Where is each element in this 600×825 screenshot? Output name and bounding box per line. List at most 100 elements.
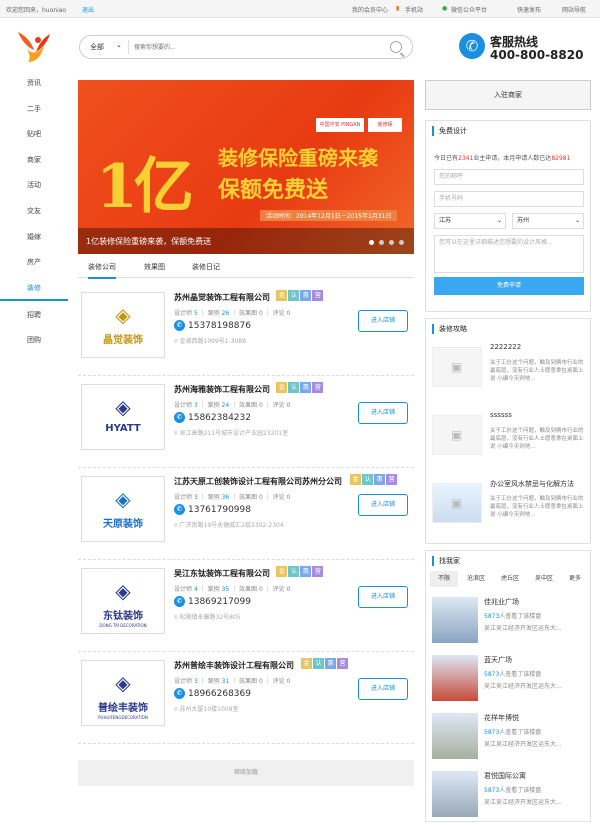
company-name[interactable]: 吴江东钛装饰工程有限公司 <box>174 568 270 579</box>
tab-diaries[interactable]: 装修日记 <box>192 262 220 272</box>
image-placeholder-icon: ▣ <box>432 347 482 387</box>
building-item[interactable]: 花样年博悦 5873人查看了该楼盘 吴江吴江经济开发区运东大... <box>432 709 586 767</box>
company-card: ◈ 东钛装饰 DONG TAI DECORATION 吴江东钛装饰工程有限公司 … <box>78 560 414 652</box>
company-logo[interactable]: ◈ 普绘丰装饰 PUHUIFENGDECORATION <box>81 660 165 726</box>
company-stats: 设计师 3 ｜ 案例 36 ｜ 效果图 0 ｜ 评论 0 <box>174 494 291 501</box>
tab-renderings[interactable]: 效果图 <box>144 262 165 272</box>
enter-store-button[interactable]: 进入店铺 <box>358 402 408 424</box>
nav-item-events[interactable]: 活动 <box>0 172 68 198</box>
building-item[interactable]: 佳兆业广场 5873人查看了该楼盘 吴江吴江经济开发区运东大... <box>432 593 586 651</box>
image-placeholder-icon: ▣ <box>432 415 482 455</box>
free-design-panel: 免费设计 今日已有2341业主申请，本月申请人数已达82981 您的称呼 手机号… <box>425 120 591 312</box>
search-icon[interactable] <box>390 41 402 53</box>
nav-item-news[interactable]: 资讯 <box>0 70 68 96</box>
company-name[interactable]: 苏州晶觉装饰工程有限公司 <box>174 292 270 303</box>
badge-group: 金认惠营 <box>276 566 324 577</box>
tab-companies[interactable]: 装修公司 <box>88 262 116 279</box>
building-photo[interactable] <box>432 655 478 701</box>
badge: 营 <box>312 566 324 577</box>
logout-link[interactable]: 退出 <box>82 5 94 14</box>
company-logo[interactable]: ◈ 东钛装饰 DONG TAI DECORATION <box>81 568 165 634</box>
company-address: ⌾ 苏州大厦10楼1008室 <box>174 706 239 713</box>
tip-item[interactable]: ▣ 办公室风水禁忌与化解方法 关于工价这个问题，触及到俩市行业的最底层，没有行业… <box>432 475 586 545</box>
carousel-dot[interactable] <box>369 240 374 245</box>
enter-store-button[interactable]: 进入店铺 <box>358 678 408 700</box>
location-icon: ⌾ <box>174 338 178 345</box>
nav-item-realestate[interactable]: 房产 <box>0 249 68 275</box>
nav-item-secondhand[interactable]: 二手 <box>0 96 68 122</box>
company-logo[interactable]: ◈ HYATT <box>81 384 165 450</box>
province-select[interactable]: 江苏 ⌄ <box>434 213 506 229</box>
logo-text: HYATT <box>105 423 141 434</box>
company-stats: 设计师 5 ｜ 案例 26 ｜ 效果图 0 ｜ 评论 0 <box>174 310 291 317</box>
wechat-link[interactable]: 微信公众平台 <box>451 5 487 14</box>
enter-store-button[interactable]: 进入店铺 <box>358 494 408 516</box>
promo-banner[interactable]: 中国平安 PINGAN 装修保 1亿 装修保险重磅来袭 保额免费送 活动时间：2… <box>78 80 414 254</box>
building-item[interactable]: 蓝天广场 5873人查看了该楼盘 吴江吴江经济开发区运东大... <box>432 651 586 709</box>
chevron-down-icon[interactable]: ⌄ <box>116 41 122 49</box>
area-tab-all[interactable]: 不限 <box>430 571 458 587</box>
badge: 认 <box>362 474 374 485</box>
company-name[interactable]: 苏州海雅装饰工程有限公司 <box>174 384 270 395</box>
tip-item[interactable]: ▣ ssssss 关于工价这个问题，触及到俩市行业的最底层，没有行业人士愿意拿在… <box>432 407 586 477</box>
area-tab-wuzhong[interactable]: 吴中区 <box>528 571 560 587</box>
building-photo[interactable] <box>432 713 478 759</box>
building-name[interactable]: 蓝天广场 <box>484 655 512 665</box>
nav-item-groupbuy[interactable]: 团购 <box>0 327 68 353</box>
company-name[interactable]: 江苏天原工创装饰设计工程有限公司苏州分公司 <box>174 476 342 487</box>
tip-title[interactable]: ssssss <box>490 411 512 419</box>
carousel-dot[interactable] <box>379 240 384 245</box>
building-item[interactable]: 君悦国际公寓 5873人查看了该楼盘 吴江吴江经济开发区运东大... <box>432 767 586 825</box>
search-category[interactable]: 全部 <box>90 42 104 52</box>
nav-item-forum[interactable]: 贴吧 <box>0 121 68 147</box>
free-apply-button[interactable]: 免费申请 <box>434 277 584 295</box>
nav-item-jobs[interactable]: 招聘 <box>0 302 68 328</box>
banner-headline: 装修保险重磅来袭 <box>218 146 378 170</box>
nav-item-wedding[interactable]: 婚嫁 <box>0 224 68 250</box>
nav-item-renovation[interactable]: 装修 <box>0 275 68 301</box>
find-home-panel: 找我家 不限 沧浪区 虎丘区 吴中区 更多 佳兆业广场 5873人查看了该楼盘 … <box>425 550 591 822</box>
nav-item-merchants[interactable]: 商家 <box>0 147 68 173</box>
logo-text: 普绘丰装饰 <box>98 703 148 714</box>
badge: 金 <box>276 290 288 301</box>
building-name[interactable]: 佳兆业广场 <box>484 597 519 607</box>
building-name[interactable]: 君悦国际公寓 <box>484 771 526 781</box>
chevron-down-icon: ⌄ <box>496 217 502 224</box>
requirements-textarea[interactable]: 您可以在这里详细描述您想要的设计风格... <box>434 235 584 273</box>
company-phone: 15378198876 <box>188 321 251 331</box>
enter-store-button[interactable]: 进入店铺 <box>358 310 408 332</box>
site-logo[interactable] <box>14 28 54 66</box>
join-merchant-button[interactable]: 入驻商家 <box>425 80 591 110</box>
tip-title[interactable]: 2222222 <box>490 343 521 351</box>
building-photo[interactable] <box>432 597 478 643</box>
quick-publish-link[interactable]: 快速发布 <box>517 5 541 14</box>
company-logo[interactable]: ◈ 晶觉装饰 <box>81 292 165 358</box>
nav-item-dating[interactable]: 交友 <box>0 198 68 224</box>
area-tab-huqiu[interactable]: 虎丘区 <box>494 571 526 587</box>
company-card: ◈ 普绘丰装饰 PUHUIFENGDECORATION 苏州普绘丰装饰设计工程有… <box>78 652 414 744</box>
area-tab-canglang[interactable]: 沧浪区 <box>460 571 492 587</box>
site-nav-link[interactable]: 网站导航 <box>562 5 586 14</box>
carousel-dot[interactable] <box>389 240 394 245</box>
logo-mark-icon: ◈ <box>115 303 131 327</box>
load-more-button[interactable]: 继续加载 <box>78 760 414 786</box>
carousel-dot[interactable] <box>399 240 404 245</box>
building-name[interactable]: 花样年博悦 <box>484 713 519 723</box>
area-tab-more[interactable]: 更多 <box>562 571 588 587</box>
company-logo[interactable]: ◈ 天原装饰 <box>81 476 165 542</box>
phone-field[interactable]: 手机号码 <box>434 191 584 207</box>
logo-text: 天原装饰 <box>103 519 143 530</box>
logo-text: 东钛装饰 <box>103 611 143 622</box>
banner-amount: 1亿 <box>96 152 194 222</box>
mobile-site-link[interactable]: 手机站 <box>405 5 423 14</box>
tip-title[interactable]: 办公室风水禁忌与化解方法 <box>490 479 574 489</box>
company-name[interactable]: 苏州普绘丰装饰设计工程有限公司 <box>174 660 294 671</box>
search-input[interactable] <box>134 40 374 54</box>
building-photo[interactable] <box>432 771 478 817</box>
member-center-link[interactable]: 我的会员中心 <box>352 5 388 14</box>
city-select[interactable]: 苏州 ⌄ <box>512 213 584 229</box>
name-field[interactable]: 您的称呼 <box>434 169 584 185</box>
location-icon: ⌾ <box>174 614 178 621</box>
enter-store-button[interactable]: 进入店铺 <box>358 586 408 608</box>
tip-item[interactable]: ▣ 2222222 关于工价这个问题，触及到俩市行业的最底层，没有行业人士愿意拿… <box>432 339 586 409</box>
